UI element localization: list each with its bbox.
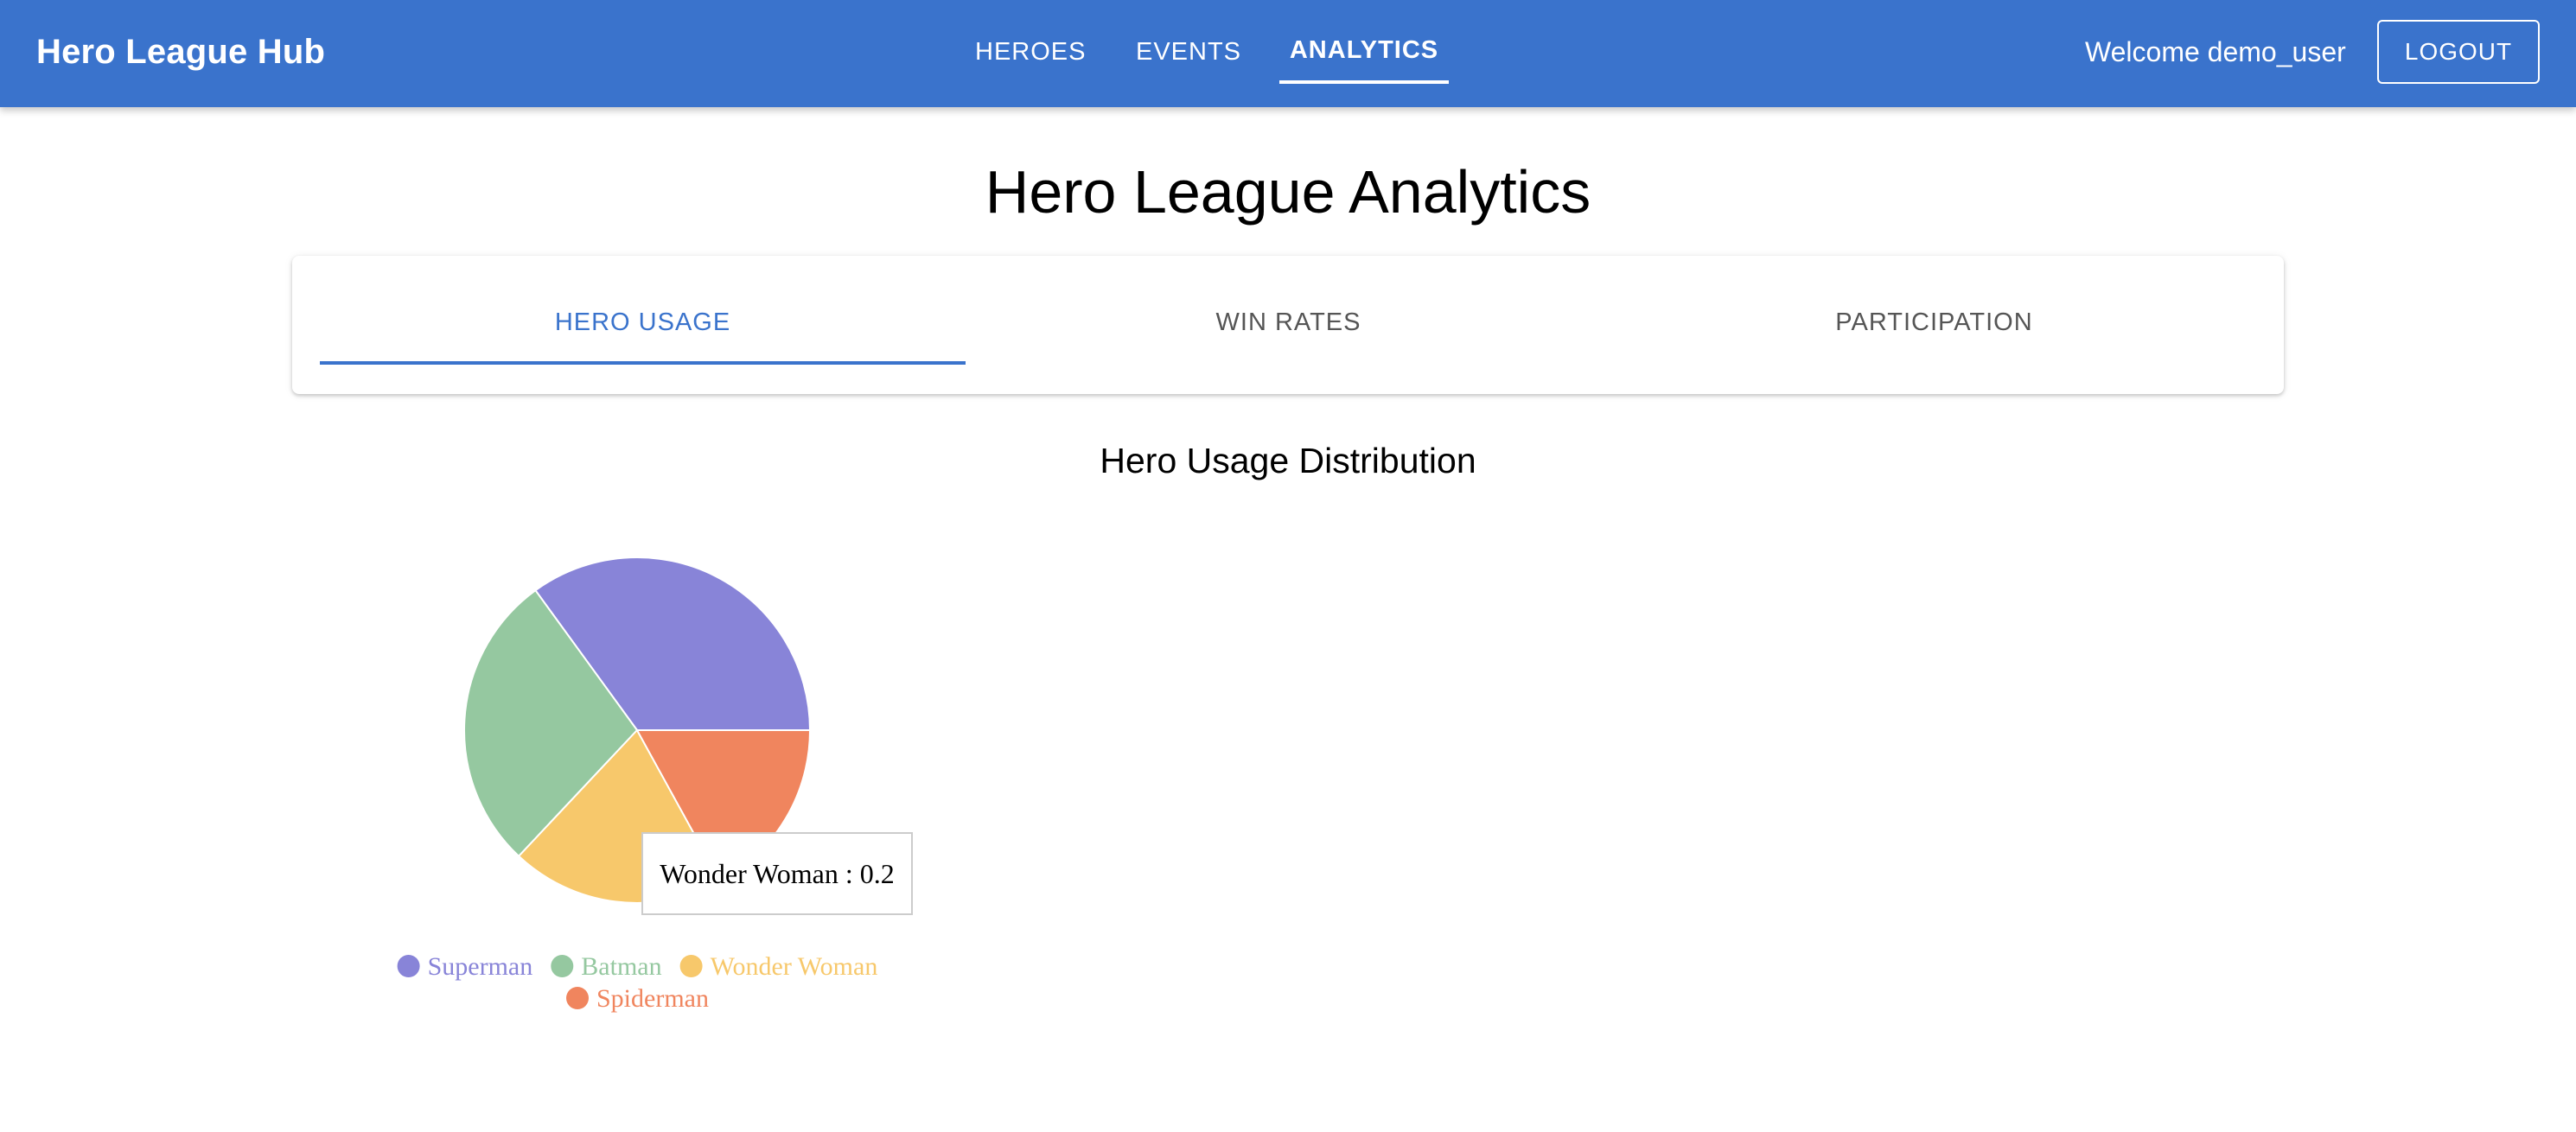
legend-label-wonder-woman[interactable]: Wonder Woman	[711, 952, 878, 981]
legend-marker-wonder-woman	[679, 955, 703, 977]
legend-label-superman[interactable]: Superman	[428, 952, 533, 981]
nav-analytics[interactable]: ANALYTICS	[1279, 0, 1449, 107]
legend-label-spiderman[interactable]: Spiderman	[596, 984, 709, 1013]
legend-marker-superman	[397, 955, 420, 977]
legend-marker-batman	[551, 955, 574, 977]
chart-tooltip: Wonder Woman : 0.2	[641, 832, 913, 915]
pie-legend: Superman Batman Wonder WomanSpiderman	[397, 952, 878, 1013]
tab-win-rates[interactable]: WIN RATES	[966, 283, 1611, 365]
nav-events[interactable]: EVENTS	[1136, 0, 1240, 107]
legend-marker-spiderman	[566, 987, 589, 1009]
legend-label-batman[interactable]: Batman	[581, 952, 661, 981]
tab-participation[interactable]: PARTICIPATION	[1611, 283, 2257, 365]
welcome-text: Welcome demo_user	[2085, 36, 2346, 67]
logout-button[interactable]: LOGOUT	[2377, 20, 2540, 84]
